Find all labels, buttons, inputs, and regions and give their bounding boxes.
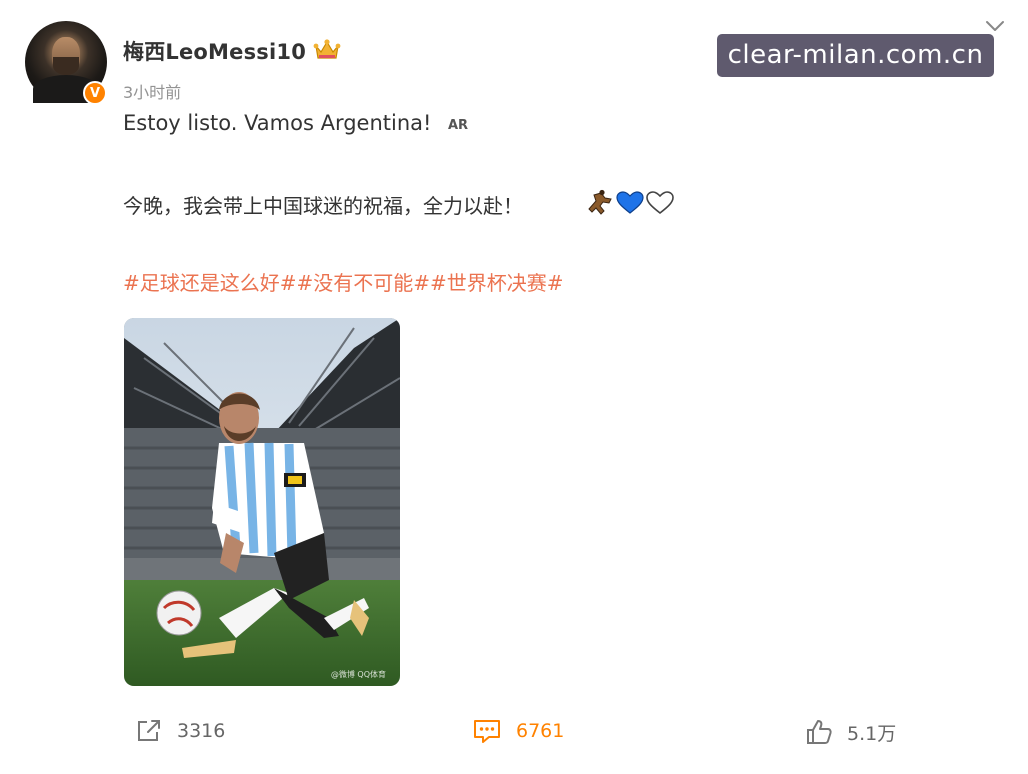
repost-icon	[138, 720, 160, 741]
post-timestamp[interactable]: 3小时前	[123, 79, 181, 103]
post-photo[interactable]: @微博 QQ体育	[124, 318, 400, 686]
white-heart-icon	[646, 191, 674, 215]
like-count: 5.1万	[847, 722, 897, 745]
crown-icon	[313, 39, 341, 59]
post-text-line1: Estoy listo. Vamos Argentina!	[123, 111, 432, 135]
hashtags[interactable]: #足球还是这么好##没有不可能##世界杯决赛#	[123, 267, 564, 296]
runner-emoji-icon	[588, 189, 612, 215]
stadium-photo	[124, 318, 400, 686]
repost-count: 3316	[177, 720, 226, 742]
comment-button[interactable]: 6761	[472, 718, 564, 744]
verified-icon: V	[83, 81, 107, 105]
photo-credit: @微博 QQ体育	[330, 670, 386, 679]
like-button[interactable]: 5.1万	[805, 718, 896, 746]
emoji-group	[588, 189, 674, 215]
post-text-line2: 今晚，我会带上中国球迷的祝福，全力以赴！	[123, 194, 523, 218]
ar-label: AR	[448, 118, 469, 133]
chevron-down-icon[interactable]	[984, 18, 1006, 34]
avatar-beard	[53, 57, 79, 75]
comment-count: 6761	[516, 720, 565, 742]
blue-heart-icon	[616, 191, 644, 214]
comment-icon	[474, 720, 500, 743]
like-icon	[807, 720, 832, 744]
repost-button[interactable]: 3316	[135, 718, 225, 744]
username[interactable]: 梅西LeoMessi10	[123, 36, 306, 66]
watermark: clear-milan.com.cn	[717, 34, 994, 77]
